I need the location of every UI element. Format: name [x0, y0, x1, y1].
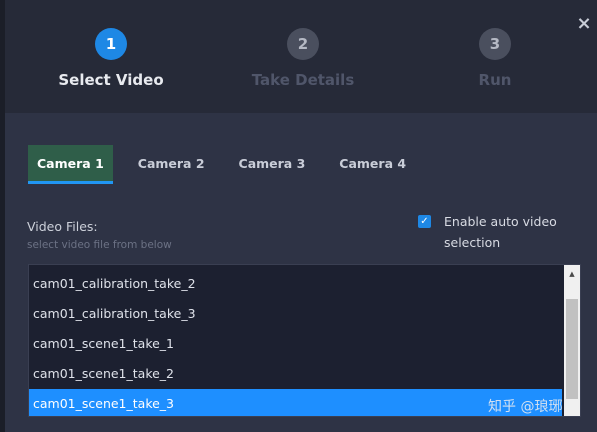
step-run[interactable]: 3 Run: [415, 28, 575, 89]
auto-select-checkbox[interactable]: ✓: [418, 215, 431, 228]
tab-camera-2[interactable]: Camera 2: [129, 145, 214, 181]
wizard-header: 1 Select Video 2 Take Details 3 Run ×: [5, 0, 597, 113]
tab-camera-4[interactable]: Camera 4: [330, 145, 415, 181]
list-item[interactable]: cam01_calibration_take_2: [29, 269, 562, 299]
step-label: Run: [478, 71, 512, 89]
step-select-video[interactable]: 1 Select Video: [31, 28, 191, 89]
video-selection-panel: Camera 1 Camera 2 Camera 3 Camera 4 Vide…: [5, 113, 597, 432]
step-number-badge: 1: [95, 28, 127, 60]
scrollbar-thumb[interactable]: [566, 299, 578, 399]
video-files-label: Video Files:: [27, 219, 98, 234]
vertical-scrollbar[interactable]: ▲: [564, 265, 580, 416]
tab-camera-3[interactable]: Camera 3: [230, 145, 315, 181]
step-label: Take Details: [251, 71, 355, 89]
video-file-list: cam01_calibration_take_2 cam01_calibrati…: [29, 269, 562, 416]
auto-video-selection-option[interactable]: ✓ Enable auto video selection: [418, 213, 588, 253]
step-take-details[interactable]: 2 Take Details: [223, 28, 383, 89]
step-label: Select Video: [58, 71, 164, 89]
video-files-hint: select video file from below: [27, 239, 172, 251]
scroll-up-arrow-icon[interactable]: ▲: [564, 265, 580, 282]
step-number-badge: 2: [287, 28, 319, 60]
camera-tabs: Camera 1 Camera 2 Camera 3 Camera 4: [28, 145, 431, 185]
step-number-badge: 3: [479, 28, 511, 60]
video-file-listbox[interactable]: cam01_calibration_take_2 cam01_calibrati…: [28, 264, 581, 417]
list-item[interactable]: cam01_scene1_take_1: [29, 329, 562, 359]
list-item[interactable]: cam01_scene1_take_2: [29, 359, 562, 389]
list-item-selected[interactable]: cam01_scene1_take_3: [29, 389, 562, 416]
list-item[interactable]: cam01_calibration_take_3: [29, 299, 562, 329]
watermark: 知乎 @琅琊: [488, 399, 563, 415]
checkmark-icon: ✓: [420, 216, 429, 227]
auto-select-label: Enable auto video selection: [444, 214, 557, 250]
close-icon[interactable]: ×: [575, 13, 593, 34]
tab-camera-1[interactable]: Camera 1: [28, 145, 113, 184]
